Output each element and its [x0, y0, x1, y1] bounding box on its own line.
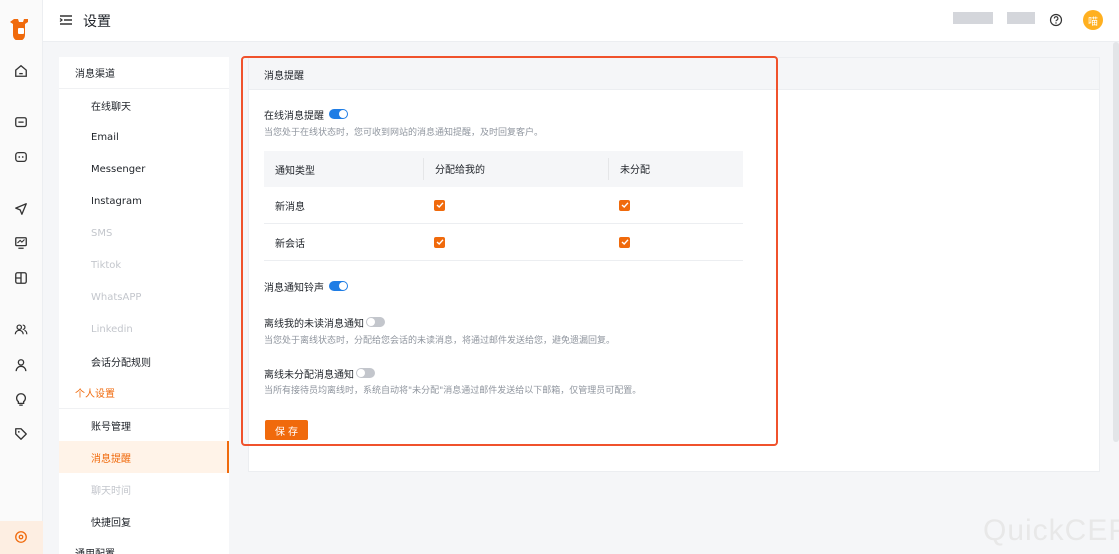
tag-icon[interactable]	[13, 426, 29, 442]
users-icon[interactable]	[13, 321, 29, 337]
redacted-block	[953, 12, 993, 24]
sidebar-item[interactable]: Tiktok	[59, 249, 229, 281]
sidebar-item[interactable]: 通用配置	[59, 537, 229, 554]
scrollbar[interactable]	[1113, 42, 1119, 442]
table-row: 新消息	[264, 187, 743, 224]
sidebar-item[interactable]: WhatsAPP	[59, 281, 229, 313]
save-button[interactable]: 保存	[265, 420, 308, 440]
row-type: 新消息	[275, 201, 305, 213]
assigned-checkbox[interactable]	[434, 199, 445, 211]
header-assigned-to-me: 分配给我的	[423, 158, 485, 180]
help-icon[interactable]	[1049, 13, 1063, 27]
offline-mine-toggle[interactable]	[366, 317, 385, 327]
offline-unassigned-label: 离线未分配消息通知	[264, 370, 354, 381]
monitor-icon[interactable]	[13, 235, 29, 251]
section-title: 消息提醒	[264, 71, 304, 82]
lightbulb-icon[interactable]	[13, 391, 29, 407]
toggle-knob	[339, 110, 347, 118]
sidebar-item[interactable]: Linkedin	[59, 313, 229, 345]
chat-icon[interactable]	[13, 115, 29, 131]
sidebar-item[interactable]: 个人设置	[59, 377, 229, 409]
online-reminder-label: 在线消息提醒	[264, 111, 324, 122]
panel-header-bar	[249, 58, 1099, 90]
left-icon-rail	[0, 0, 43, 554]
notification-table: 通知类型 分配给我的 未分配 新消息 新会话	[264, 151, 743, 261]
avatar[interactable]: 喵	[1083, 10, 1103, 30]
app-logo[interactable]	[10, 16, 32, 41]
cell-assigned	[423, 224, 445, 260]
toggle-knob	[367, 318, 375, 326]
menu-collapse-icon[interactable]	[59, 13, 73, 27]
settings-subnav: 消息渠道 在线聊天 Email Messenger Instagram SMS Tiktok…	[59, 57, 229, 554]
watermark: QuickCEP	[983, 514, 1119, 547]
unassigned-checkbox[interactable]	[619, 236, 630, 248]
sidebar-item[interactable]: Email	[59, 121, 229, 153]
settings-rail-item[interactable]	[0, 521, 43, 554]
user-icon[interactable]	[13, 357, 29, 373]
offline-unassigned-toggle[interactable]	[356, 368, 375, 378]
top-header: 设置 喵	[43, 0, 1119, 42]
sidebar-item[interactable]: 在线聊天	[59, 89, 229, 121]
table-row: 新会话	[264, 224, 743, 261]
sidebar-item[interactable]: 会话分配规则	[59, 345, 229, 377]
sidebar-item[interactable]: Messenger	[59, 153, 229, 185]
unassigned-checkbox[interactable]	[619, 199, 630, 211]
toggle-knob	[339, 282, 347, 290]
send-icon[interactable]	[13, 201, 29, 217]
sidebar-item[interactable]: 账号管理	[59, 409, 229, 441]
table-header-row: 通知类型 分配给我的 未分配	[264, 151, 743, 187]
robot-icon[interactable]	[13, 149, 29, 165]
offline-mine-label: 离线我的未读消息通知	[264, 319, 364, 330]
cell-unassigned	[608, 224, 630, 260]
offline-mine-desc: 当您处于离线状态时，分配给您会话的未读消息，将通过邮件发送给您，避免遗漏回复。	[264, 336, 616, 346]
assigned-checkbox[interactable]	[434, 236, 445, 248]
sidebar-item[interactable]: SMS	[59, 217, 229, 249]
home-icon[interactable]	[13, 63, 29, 79]
ringtone-toggle[interactable]	[329, 281, 348, 291]
sidebar-item[interactable]: 消息渠道	[59, 57, 229, 89]
header-notify-type: 通知类型	[275, 165, 315, 177]
cell-assigned	[423, 187, 445, 223]
sidebar-item[interactable]: 聊天时间	[59, 473, 229, 505]
ringtone-label: 消息通知铃声	[264, 283, 324, 294]
toggle-knob	[357, 369, 365, 377]
sidebar-item[interactable]: 快捷回复	[59, 505, 229, 537]
settings-icon	[13, 529, 29, 545]
cell-unassigned	[608, 187, 630, 223]
redacted-block	[1007, 12, 1035, 24]
sidebar-item[interactable]: 消息提醒	[59, 441, 229, 473]
content-panel	[248, 57, 1100, 472]
sidebar-item[interactable]: Instagram	[59, 185, 229, 217]
header-unassigned: 未分配	[608, 158, 650, 180]
row-type: 新会话	[275, 238, 305, 250]
offline-unassigned-desc: 当所有接待员均离线时，系统自动将"未分配"消息通过邮件发送给以下邮箱，仅管理员可…	[264, 386, 642, 396]
online-reminder-desc: 当您处于在线状态时，您可收到网站的消息通知提醒，及时回复客户。	[264, 128, 544, 138]
grid-icon[interactable]	[13, 270, 29, 286]
page-title: 设置	[83, 14, 111, 30]
online-reminder-toggle[interactable]	[329, 109, 348, 119]
